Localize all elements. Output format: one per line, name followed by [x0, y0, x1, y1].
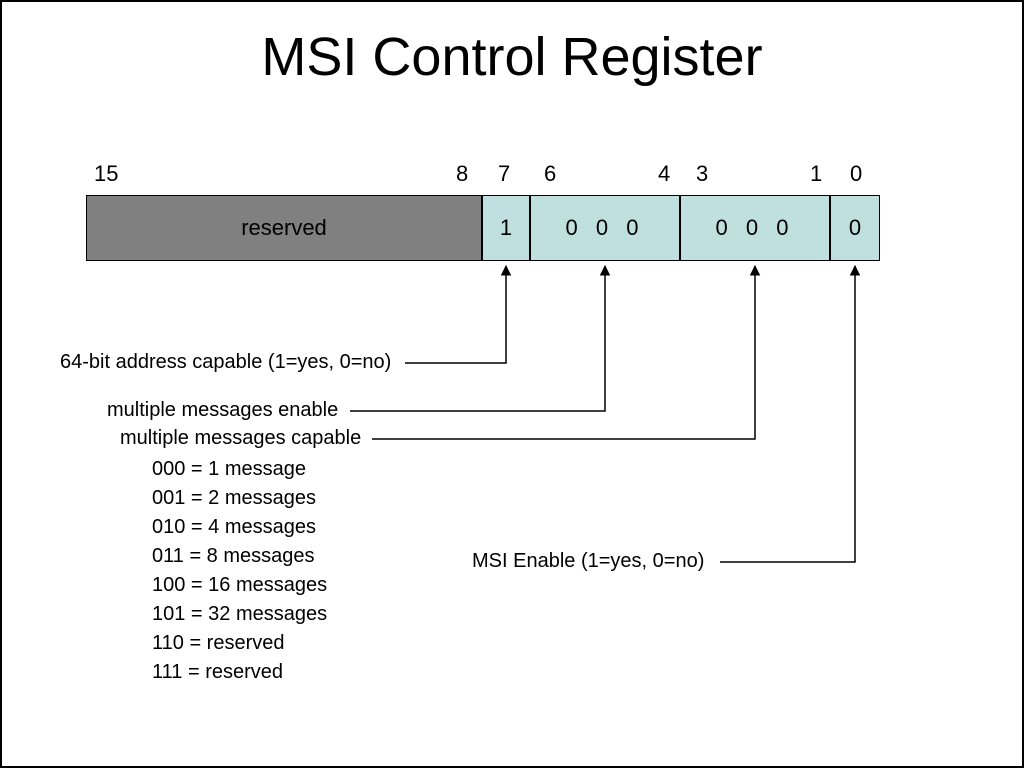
field-bit7: 1	[482, 195, 530, 261]
code-100: 100 = 16 messages	[152, 571, 327, 600]
field-reserved: reserved	[86, 195, 482, 261]
code-001: 001 = 2 messages	[152, 484, 327, 513]
field-bit0: 0	[830, 195, 880, 261]
field-bits-6-4: 0 0 0	[530, 195, 680, 261]
bit-index-8: 8	[456, 161, 468, 187]
bit-index-6: 6	[544, 161, 556, 187]
code-111: 111 = reserved	[152, 658, 327, 687]
annotation-64bit-address: 64-bit address capable (1=yes, 0=no)	[60, 351, 391, 374]
annotation-multiple-messages-enable: multiple messages enable	[107, 399, 338, 422]
bit-index-4: 4	[658, 161, 670, 187]
slide-title: MSI Control Register	[2, 26, 1022, 88]
code-010: 010 = 4 messages	[152, 513, 327, 542]
bit-index-3: 3	[696, 161, 708, 187]
code-110: 110 = reserved	[152, 629, 327, 658]
annotation-multiple-messages-capable: multiple messages capable	[120, 427, 361, 450]
message-count-encodings: 000 = 1 message 001 = 2 messages 010 = 4…	[152, 455, 327, 687]
bit-index-0: 0	[850, 161, 862, 187]
bit-index-7: 7	[498, 161, 510, 187]
field-bits-3-1: 0 0 0	[680, 195, 830, 261]
code-101: 101 = 32 messages	[152, 600, 327, 629]
annotation-msi-enable: MSI Enable (1=yes, 0=no)	[472, 550, 704, 573]
code-011: 011 = 8 messages	[152, 542, 327, 571]
bit-index-15: 15	[94, 161, 118, 187]
slide: MSI Control Register 15 8 7 6 4 3 1 0 re…	[0, 0, 1024, 768]
code-000: 000 = 1 message	[152, 455, 327, 484]
bit-index-1: 1	[810, 161, 822, 187]
